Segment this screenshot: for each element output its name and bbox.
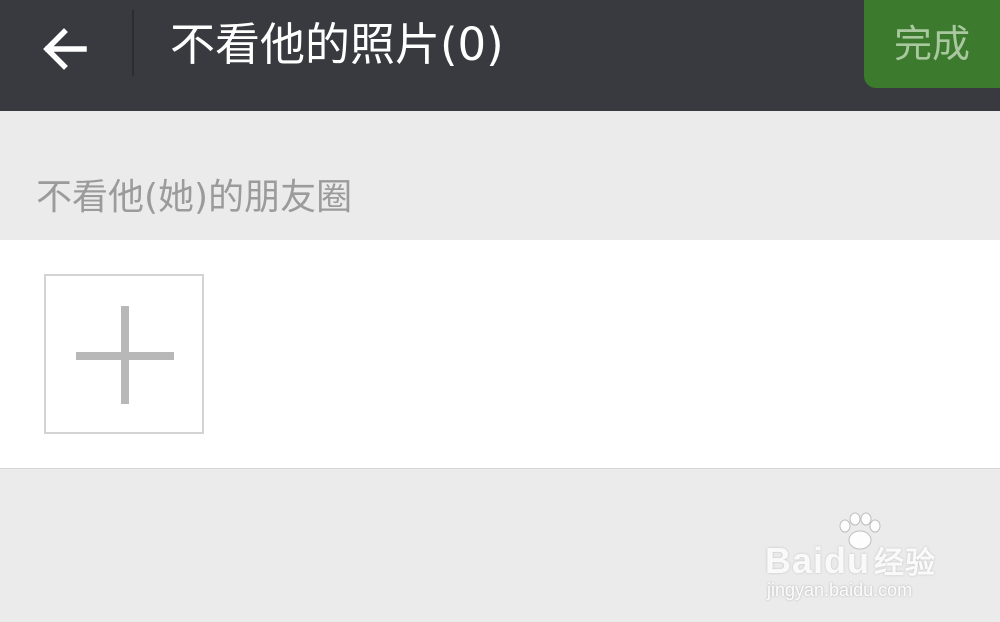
top-bar: 不看他的照片(0) 完成 [0, 0, 1000, 111]
add-contact-button[interactable] [44, 274, 204, 434]
done-button[interactable]: 完成 [864, 0, 1000, 88]
screen: 不看他的照片(0) 完成 不看他(她)的朋友圈 Baidu 经验 jingyan.… [0, 0, 1000, 622]
header-divider [132, 10, 134, 76]
watermark-url: jingyan.baidu.com [767, 580, 913, 600]
watermark-brand: Baidu 经验 [765, 540, 937, 581]
contacts-panel [0, 240, 1000, 469]
arrow-left-icon [43, 28, 87, 70]
section-label: 不看他(她)的朋友圈 [36, 177, 353, 218]
back-button[interactable] [30, 18, 102, 78]
baidu-watermark: Baidu 经验 jingyan.baidu.com [765, 512, 955, 602]
page-title: 不看他的照片(0) [170, 18, 504, 71]
